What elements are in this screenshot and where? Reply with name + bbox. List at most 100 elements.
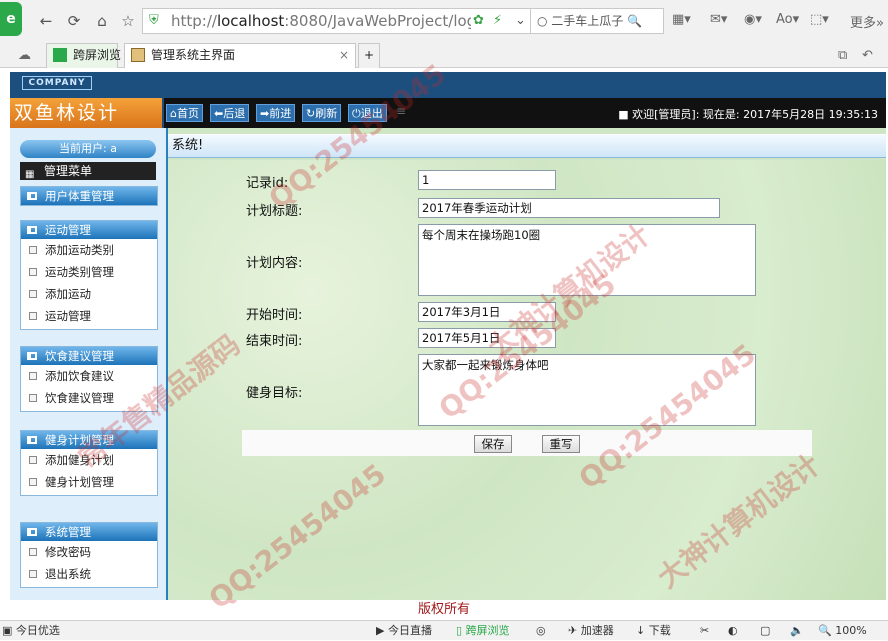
plan-title-label: 计划标题: [246,204,303,219]
sidebar-item-add-diet[interactable]: 添加饮食建议 [21,365,157,387]
office-icon[interactable]: Ao▾ [776,12,799,27]
menu-group-header[interactable]: 用户体重管理 [21,187,157,205]
compass-icon[interactable]: ◎ [536,621,546,641]
menu-divider-icon: ≡ [396,104,407,118]
doc-icon [29,394,37,402]
cloud-icon[interactable]: ☁ [18,48,31,63]
tab-label: 管理系统主界面 [151,48,236,62]
form-button-row: 保存 重写 [242,430,812,456]
search-box[interactable]: ○ 二手车上瓜子 🔍 [530,8,664,34]
doc-icon [29,312,37,320]
main-content: 系统! 记录id: 计划标题: 计划内容: 每个周末在操场跑10圈 开始时间: … [168,128,886,600]
refresh-button[interactable]: ↻刷新 [302,104,342,122]
restore-icon[interactable]: ⧉ [838,48,847,63]
menu-group-header[interactable]: 系统管理 [21,523,157,541]
status-bar: ▣ 今日优选 ▶ 今日直播 ▯ 跨屏浏览 ◎ ✈ 加速器 ↓ 下载 ✂ ◐ ▢ … [0,620,888,640]
daily-picks-link[interactable]: ▣ 今日优选 [2,621,60,641]
sidebar-item-add-sport[interactable]: 添加运动 [21,283,157,305]
plan-content-label: 计划内容: [246,256,303,271]
compat-mode-icon[interactable]: ✿ [473,13,484,28]
record-id-field[interactable] [418,170,556,190]
dropdown-chevron-icon[interactable]: ⌄ [515,13,526,28]
fitness-goal-field[interactable]: 大家都一起来锻炼身体吧 [418,354,756,426]
bookmark-star-icon[interactable]: ☆ [118,11,138,31]
tab-cross-screen[interactable]: 跨屏浏览 [46,43,121,68]
sidebar-item-sport-type-manage[interactable]: 运动类别管理 [21,261,157,283]
reset-button[interactable]: 重写 [542,435,580,453]
page-banner: 系统! [168,134,886,158]
sidebar-item-diet-manage[interactable]: 饮食建议管理 [21,387,157,409]
back-button[interactable]: ⬅后退 [210,104,250,122]
menu-group-header[interactable]: 运动管理 [21,221,157,239]
accelerator-link[interactable]: ✈ 加速器 [568,621,614,641]
menu-group-diet: 饮食建议管理 添加饮食建议 饮食建议管理 [20,346,158,412]
home-button[interactable]: ⌂首页 [166,104,203,122]
doc-icon [29,372,37,380]
menu-group-header[interactable]: 健身计划管理 [21,431,157,449]
menu-group-plan: 健身计划管理 添加健身计划 健身计划管理 [20,430,158,496]
menu-group-header[interactable]: 饮食建议管理 [21,347,157,365]
address-bar[interactable]: ⛨ http://localhost:8080/JavaWebProject/l… [142,8,552,34]
tab-strip: ☁ 跨屏浏览 管理系统主界面 × + ⧉ ↶ [0,38,888,68]
more-menu[interactable]: 更多» [850,12,884,31]
save-button[interactable]: 保存 [474,435,512,453]
doc-icon [29,246,37,254]
sidebar: 当前用户: a ▦ 管理菜单 用户体重管理 运动管理 添加运动类别 运动类别管理 … [10,128,166,600]
plan-title-field[interactable] [418,198,720,218]
folder-icon [27,436,37,444]
folder-icon [27,226,37,234]
welcome-text: ■ 欢迎[管理员]: 现在是: 2017年5月28日 19:35:13 [618,108,878,121]
zoom-level[interactable]: 🔍 100% [818,621,867,641]
start-time-label: 开始时间: [246,308,303,323]
home-icon[interactable]: ⌂ [92,11,112,31]
sidebar-item-change-password[interactable]: 修改密码 [21,541,157,563]
menu-group-sport: 运动管理 添加运动类别 运动类别管理 添加运动 运动管理 [20,220,158,330]
mail-icon[interactable]: ✉▾ [710,12,727,27]
doc-icon [29,456,37,464]
logout-button[interactable]: ⏻退出 [348,104,387,122]
browser-logo-icon[interactable]: e [0,2,22,36]
brand-logo: 双鱼林设计 [10,98,162,128]
end-time-label: 结束时间: [246,334,303,349]
browser-icon[interactable]: ◐ [728,621,738,641]
menu-group-weight: 用户体重管理 [20,186,158,206]
page-icon [131,48,145,62]
gift-icon[interactable]: ⬚▾ [810,12,829,27]
fitness-goal-label: 健身目标: [246,386,303,401]
sidebar-item-add-plan[interactable]: 添加健身计划 [21,449,157,471]
main-menu-header: ▦ 管理菜单 [20,162,156,180]
doc-icon [29,548,37,556]
extension-icon[interactable]: ◉▾ [744,12,762,27]
download-link[interactable]: ↓ 下载 [636,621,671,641]
new-tab-button[interactable]: + [358,43,380,68]
forward-button[interactable]: ➡前进 [256,104,296,122]
apps-grid-icon[interactable]: ▦▾ [672,12,691,27]
window-icon[interactable]: ▢ [760,621,770,641]
folder-icon [27,192,37,200]
screenshot-icon[interactable]: ✂ [700,621,709,641]
sidebar-item-plan-manage[interactable]: 健身计划管理 [21,471,157,493]
content-background: 记录id: 计划标题: 计划内容: 每个周末在操场跑10圈 开始时间: 结束时间… [168,160,886,600]
tab-admin-main[interactable]: 管理系统主界面 × [124,43,356,68]
sidebar-item-logout[interactable]: 退出系统 [21,563,157,585]
plan-content-field[interactable]: 每个周末在操场跑10圈 [418,224,756,296]
forward-icon[interactable]: ⟳ [64,11,84,31]
start-time-field[interactable] [418,302,556,322]
undo-icon[interactable]: ↶ [862,48,873,63]
end-time-field[interactable] [418,328,556,348]
current-user: 当前用户: a [20,140,156,158]
doc-icon [29,478,37,486]
sidebar-item-add-sport-type[interactable]: 添加运动类别 [21,239,157,261]
menu-group-system: 系统管理 修改密码 退出系统 [20,522,158,588]
speed-mode-icon[interactable]: ⚡ [493,13,502,28]
back-icon[interactable]: ← [36,11,56,31]
folder-icon [27,528,37,536]
browser-toolbar: e ← ⟳ ⌂ ☆ ⛨ http://localhost:8080/JavaWe… [0,0,888,68]
record-id-label: 记录id: [246,176,289,191]
security-shield-icon: ⛨ [149,13,159,28]
sidebar-item-sport-manage[interactable]: 运动管理 [21,305,157,327]
close-tab-icon[interactable]: × [339,44,349,67]
cross-screen-link[interactable]: ▯ 跨屏浏览 [456,621,510,641]
volume-icon[interactable]: 🔈 [790,621,804,641]
live-link[interactable]: ▶ 今日直播 [376,621,432,641]
